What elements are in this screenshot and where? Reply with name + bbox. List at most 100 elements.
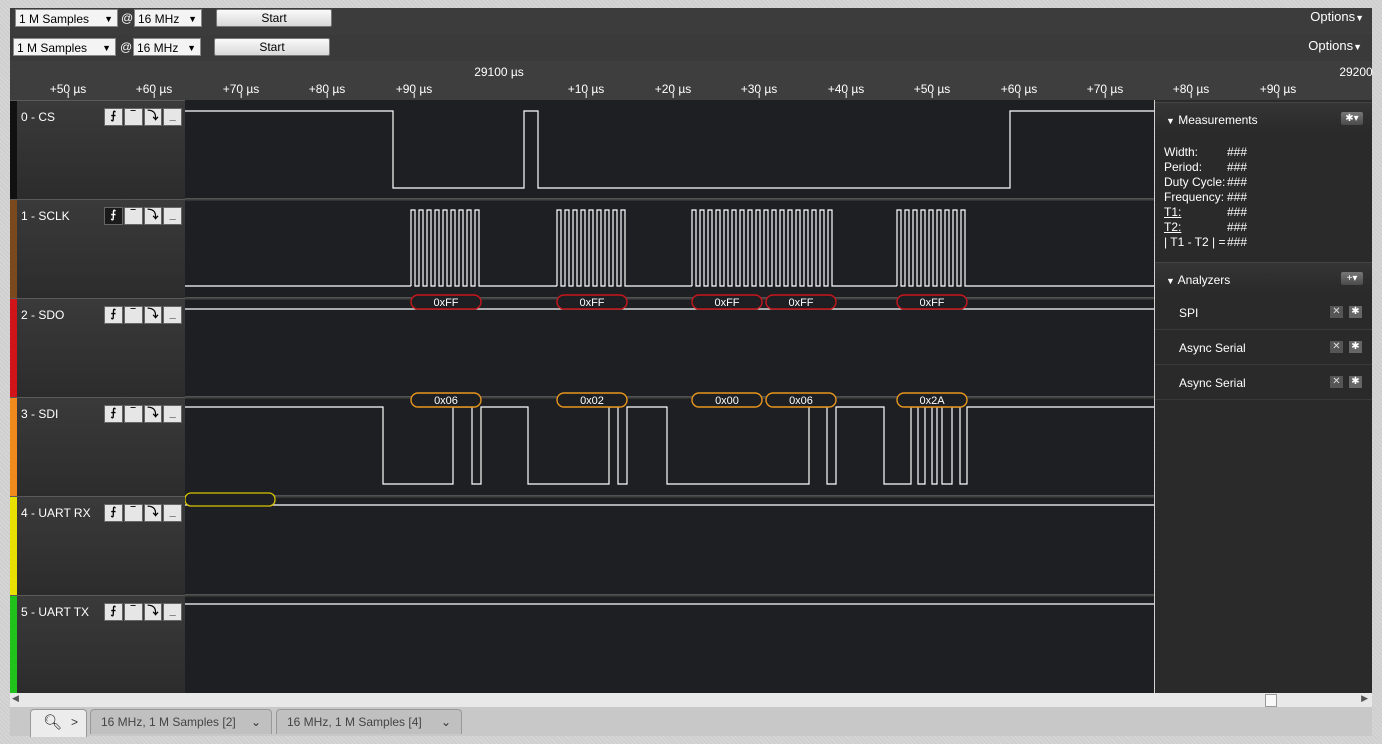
start-button[interactable]: Start bbox=[216, 9, 332, 27]
analyzer-async-serial-1[interactable]: Async Serial ✕ ✱ bbox=[1155, 330, 1372, 365]
rising-edge-trigger-icon[interactable]: ⨍ bbox=[104, 108, 123, 126]
high-level-trigger-icon[interactable]: ‾ bbox=[123, 306, 143, 324]
channel-color-bar bbox=[10, 299, 17, 397]
trigger-buttons: ⨍ ‾ ⤵ _ bbox=[104, 207, 182, 225]
measurements-header[interactable]: ▼ Measurements ✱▾ bbox=[1155, 102, 1372, 132]
channel-color-bar bbox=[10, 101, 17, 199]
high-level-trigger-icon[interactable]: ‾ bbox=[123, 504, 143, 522]
session-tabs: 🔍︎ > 16 MHz, 1 M Samples [2] ⌄ 16 MHz, 1 … bbox=[10, 707, 1372, 737]
gear-icon[interactable]: ✱ bbox=[1349, 306, 1362, 318]
chevron-down-icon[interactable]: ⌄ bbox=[251, 710, 261, 735]
high-level-trigger-icon[interactable]: ‾ bbox=[123, 108, 143, 126]
sclk-trace bbox=[185, 209, 1154, 287]
analyzers-title: Analyzers bbox=[1177, 273, 1231, 287]
measure-t1[interactable]: T1: ### bbox=[1164, 205, 1247, 219]
channel-color-bar bbox=[10, 497, 17, 595]
channel-4-label[interactable]: 4 - UART RX ⨍ ‾ ⤵ _ bbox=[10, 496, 185, 595]
falling-edge-trigger-icon[interactable]: ⤵ bbox=[143, 306, 163, 324]
samples-select[interactable]: 1 M Samples ▼ bbox=[13, 38, 116, 56]
falling-edge-trigger-icon[interactable]: ⤵ bbox=[143, 405, 163, 423]
rising-edge-trigger-icon[interactable]: ⨍ bbox=[104, 306, 123, 324]
waveform-area[interactable]: 0xFF 0xFF 0xFF 0xFF 0xFF 0x06 0x02 0x00 … bbox=[184, 100, 1154, 693]
options-button[interactable]: Options▼ bbox=[1308, 37, 1362, 56]
scrollbar-thumb[interactable] bbox=[1265, 694, 1277, 707]
channel-3-label[interactable]: 3 - SDI ⨍ ‾ ⤵ _ bbox=[10, 397, 185, 496]
gear-icon[interactable]: ✱ bbox=[1349, 341, 1362, 353]
chevron-down-icon[interactable]: ⌄ bbox=[441, 710, 451, 735]
low-level-trigger-icon[interactable]: _ bbox=[163, 603, 182, 621]
sdi-byte-2: 0x02 bbox=[556, 392, 628, 408]
rising-edge-trigger-icon[interactable]: ⨍ bbox=[104, 504, 123, 522]
analyzers-header[interactable]: ▼ Analyzers +▾ bbox=[1155, 262, 1372, 292]
expand-arrow-icon[interactable]: > bbox=[71, 715, 78, 729]
scroll-left-icon[interactable]: ◀ bbox=[12, 693, 19, 704]
search-tab[interactable]: 🔍︎ > bbox=[30, 709, 87, 737]
high-level-trigger-icon[interactable]: ‾ bbox=[123, 405, 143, 423]
rising-edge-trigger-icon[interactable]: ⨍ bbox=[104, 603, 123, 621]
uart-rx-trace bbox=[184, 492, 1154, 507]
tab-label: 16 MHz, 1 M Samples [2] bbox=[101, 715, 236, 729]
trigger-buttons: ⨍ ‾ ⤵ _ bbox=[104, 504, 182, 522]
uart-rx-frame bbox=[184, 492, 276, 507]
gear-icon[interactable]: ✱ bbox=[1349, 376, 1362, 388]
measure-t2[interactable]: T2: ### bbox=[1164, 220, 1247, 234]
channel-name: 2 - SDO bbox=[21, 308, 65, 322]
tab-session-4[interactable]: 16 MHz, 1 M Samples [4] ⌄ bbox=[276, 709, 462, 734]
svg-text:0xFF: 0xFF bbox=[788, 297, 813, 309]
options-button[interactable]: Options▼ bbox=[1310, 8, 1364, 27]
channel-0-label[interactable]: 0 - CS ⨍ ‾ ⤵ _ bbox=[10, 100, 185, 199]
sdo-byte-4: 0xFF bbox=[765, 294, 837, 310]
time-ruler[interactable]: 29100 µs 29200 +50 µs +60 µs +70 µs +80 … bbox=[10, 61, 1373, 100]
high-level-trigger-icon[interactable]: ‾ bbox=[123, 207, 143, 225]
tab-session-2[interactable]: 16 MHz, 1 M Samples [2] ⌄ bbox=[90, 709, 272, 734]
low-level-trigger-icon[interactable]: _ bbox=[163, 207, 182, 225]
falling-edge-trigger-icon[interactable]: ⤵ bbox=[143, 108, 163, 126]
separator bbox=[185, 396, 1154, 399]
sdo-byte-3: 0xFF bbox=[691, 294, 763, 310]
falling-edge-trigger-icon[interactable]: ⤵ bbox=[143, 504, 163, 522]
samples-select[interactable]: 1 M Samples ▼ bbox=[15, 9, 118, 27]
rate-select[interactable]: 16 MHz ▼ bbox=[134, 9, 202, 27]
capture-toolbar-2: 1 M Samples ▼ @ 16 MHz ▼ Start Options▼ bbox=[10, 35, 1372, 61]
rate-select[interactable]: 16 MHz ▼ bbox=[133, 38, 201, 56]
channel-5-label[interactable]: 5 - UART TX ⨍ ‾ ⤵ _ bbox=[10, 595, 185, 693]
low-level-trigger-icon[interactable]: _ bbox=[163, 405, 182, 423]
measure-frequency: Frequency: ### bbox=[1164, 190, 1248, 204]
start-button[interactable]: Start bbox=[214, 38, 330, 56]
falling-edge-trigger-icon[interactable]: ⤵ bbox=[143, 207, 163, 225]
caret-down-icon: ▼ bbox=[1355, 13, 1364, 23]
side-panel: ▼ Measurements ✱▾ Width: ### Period: ### D… bbox=[1155, 100, 1372, 693]
search-icon: 🔍︎ bbox=[43, 714, 63, 731]
waveform-svg: 0xFF 0xFF 0xFF 0xFF 0xFF 0x06 0x02 0x00 … bbox=[184, 110, 1154, 605]
add-analyzer-button[interactable]: +▾ bbox=[1341, 272, 1363, 285]
gear-icon: ✱▾ bbox=[1345, 113, 1359, 124]
low-level-trigger-icon[interactable]: _ bbox=[163, 306, 182, 324]
falling-edge-trigger-icon[interactable]: ⤵ bbox=[143, 603, 163, 621]
horizontal-scrollbar[interactable]: ◀ ▶ bbox=[10, 693, 1372, 707]
measurements-settings-button[interactable]: ✱▾ bbox=[1341, 112, 1363, 125]
options-label: Options bbox=[1308, 38, 1354, 53]
ruler-tick: +70 µs bbox=[222, 82, 260, 98]
close-icon[interactable]: ✕ bbox=[1330, 341, 1343, 353]
plus-icon: +▾ bbox=[1346, 273, 1358, 284]
analyzer-spi[interactable]: SPI ✕ ✱ bbox=[1155, 295, 1372, 330]
trigger-buttons: ⨍ ‾ ⤵ _ bbox=[104, 108, 182, 126]
scroll-right-icon[interactable]: ▶ bbox=[1361, 693, 1368, 704]
svg-text:0x06: 0x06 bbox=[434, 395, 458, 407]
ruler-tick: +30 µs bbox=[740, 82, 778, 98]
close-icon[interactable]: ✕ bbox=[1330, 376, 1343, 388]
low-level-trigger-icon[interactable]: _ bbox=[163, 108, 182, 126]
separator bbox=[185, 198, 1154, 201]
close-icon[interactable]: ✕ bbox=[1330, 306, 1343, 318]
analyzer-async-serial-2[interactable]: Async Serial ✕ ✱ bbox=[1155, 365, 1372, 400]
rising-edge-trigger-icon[interactable]: ⨍ bbox=[104, 405, 123, 423]
measure-duty-cycle: Duty Cycle: ### bbox=[1164, 175, 1248, 189]
analyzer-name: Async Serial bbox=[1179, 341, 1246, 355]
channel-2-label[interactable]: 2 - SDO ⨍ ‾ ⤵ _ bbox=[10, 298, 185, 397]
channel-1-label[interactable]: 1 - SCLK ⨍ ‾ ⤵ _ bbox=[10, 199, 185, 298]
high-level-trigger-icon[interactable]: ‾ bbox=[123, 603, 143, 621]
svg-text:0xFF: 0xFF bbox=[579, 297, 604, 309]
rising-edge-trigger-icon[interactable]: ⨍ bbox=[104, 207, 123, 225]
rate-value: 16 MHz bbox=[138, 12, 180, 26]
low-level-trigger-icon[interactable]: _ bbox=[163, 504, 182, 522]
